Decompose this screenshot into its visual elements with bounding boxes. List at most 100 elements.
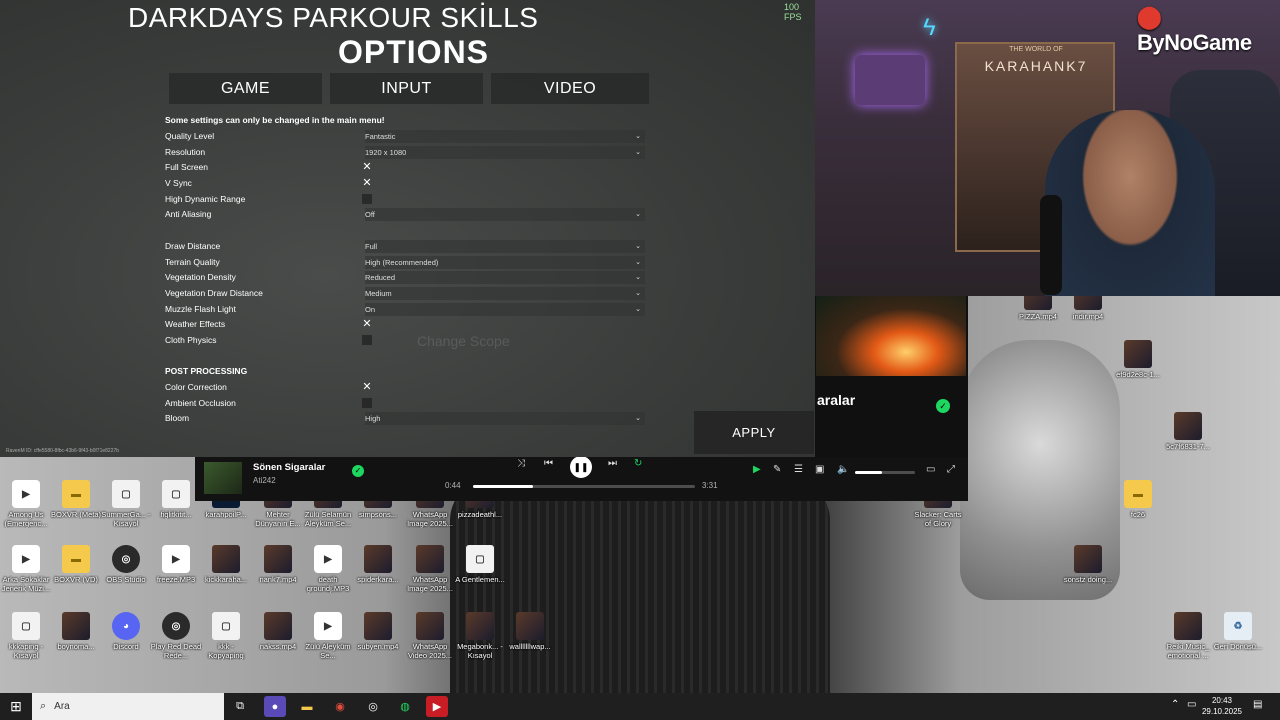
desktop-icon-label: simpsons... [359,510,397,519]
desktop-icon[interactable]: ef9d2e8c-1... [1112,340,1164,379]
desktop-icon[interactable]: ▬ BOXVR (VD) [50,545,102,584]
desktop-icon[interactable]: ▬ BOXVR (Meta) [50,480,102,519]
liked-check-icon[interactable]: ✓ [936,399,950,413]
neon-sign [855,55,925,105]
desktop-icon[interactable]: spiderkara... [352,545,404,584]
setting-dropdown[interactable]: Full ⌄ [365,239,645,253]
desktop-icon[interactable]: ▶ freeze.MP3 [150,545,202,584]
connect-device-icon[interactable]: ▣ [815,464,824,475]
volume-icon[interactable]: 🔈 [837,464,849,475]
desktop-icon[interactable]: subyen.mp4 [352,612,404,651]
setting-checkbox[interactable]: ✕ [362,319,372,330]
now-playing-view-icon[interactable]: ▶ [753,464,761,475]
desktop-icon-label: pizzadeathl... [457,510,503,519]
spotify-icon[interactable]: ◍ [394,696,416,717]
setting-dropdown[interactable]: 1920 x 1080 ⌄ [365,145,645,159]
taskbar-search[interactable]: ⌕ Ara [32,693,224,720]
desktop-icon[interactable]: WhatsApp Video 2025... [404,612,456,660]
desktop-icon[interactable]: ▢ kkk - Kopyaping [200,612,252,660]
setting-checkbox[interactable]: ✕ [362,178,372,189]
setting-dropdown[interactable]: High (Recommended) ⌄ [365,255,645,269]
desktop-icon[interactable]: ▢ A Gentlemen... [454,545,506,584]
desktop-icon[interactable]: ▶ Among Us (Emergenc... [0,480,52,528]
desktop-icon[interactable]: ▶ Arka Sokaklar Jenerik Müzi... [0,545,52,593]
previous-icon[interactable]: ⏮ [544,458,553,469]
saved-check-icon[interactable]: ✓ [352,465,364,477]
desktop-icon[interactable]: ▬ fc26 [1112,480,1164,519]
volume-slider[interactable] [855,471,915,474]
taskbar-app-icon[interactable]: ● [264,696,286,717]
desktop-icon[interactable]: WhatsApp Image 2025... [404,545,456,593]
setting-checkbox[interactable]: ✕ [362,162,372,173]
chevron-down-icon: ⌄ [635,133,641,140]
setting-dropdown[interactable]: Off ⌄ [365,207,645,221]
desktop-icon[interactable]: ▶ death groundj.MP3 [302,545,354,593]
setting-label: Weather Effects [165,319,226,329]
queue-icon[interactable]: ☰ [794,464,803,475]
apply-button[interactable]: APPLY [694,411,814,454]
notifications-icon[interactable]: ▤ [1253,699,1262,710]
microphone [1040,195,1062,295]
tab-input[interactable]: INPUT [330,73,483,104]
file-icon: ▢ [212,612,240,640]
desktop-icon[interactable]: ▶ Zülü Aleyküm Se... [302,612,354,660]
setting-dropdown[interactable]: Reduced ⌄ [365,270,645,284]
chevron-down-icon: ⌄ [635,415,641,422]
folder-icon: ▬ [1124,480,1152,508]
desktop-icon[interactable]: sonstz doing... [1062,545,1114,584]
pause-button[interactable]: ❚❚ [570,456,592,478]
obs-icon[interactable]: ◎ [362,696,384,717]
desktop-icon-label: ef9d2e8c-1... [1116,370,1160,379]
desktop-icon[interactable]: ◕ Discord [100,612,152,651]
track-thumbnail[interactable] [204,462,242,494]
desktop-icon[interactable]: ▢ kkkaping - Kısayol [0,612,52,660]
desktop-icon-label: WhatsApp Image 2025... [407,575,453,593]
desktop-icon[interactable]: ◎ Play Red Dead Rede... [150,612,202,660]
desktop-icon[interactable]: Reiki Music_ emotional ... [1162,612,1214,660]
img-icon [416,612,444,640]
track-title[interactable]: Sönen Sigaralar [253,462,325,473]
desktop-icon[interactable]: walllllllwap... [504,612,556,651]
desktop-icon[interactable]: nank7.mp4 [252,545,304,584]
progress-bar[interactable] [473,485,695,488]
desktop-icon[interactable]: nakss.mp4 [252,612,304,651]
file-explorer-icon[interactable]: ▬ [296,696,318,717]
lyrics-icon[interactable]: ✎ [773,464,781,475]
fullscreen-icon[interactable]: ⤢ [947,464,955,475]
desktop-icon[interactable]: kickkaraha... [200,545,252,584]
desktop-icon[interactable]: 5c7f6831-7... [1162,412,1214,451]
tray-chevron-icon[interactable]: ⌃ [1171,699,1179,710]
chrome-icon[interactable]: ◉ [329,696,351,717]
desktop-icon[interactable]: Megabonk... - Kısayol [454,612,506,660]
network-icon[interactable]: ▭ [1187,699,1196,710]
media-player-icon[interactable]: ▶ [426,696,448,717]
desktop-icon[interactable]: ♻ Geri Dönüşü... [1212,612,1264,651]
setting-checkbox[interactable] [362,335,372,345]
img-icon [264,545,292,573]
setting-dropdown[interactable]: On ⌄ [365,302,645,316]
task-view-icon[interactable]: ⧉ [229,696,251,717]
setting-checkbox[interactable] [362,194,372,204]
setting-label: Muzzle Flash Light [165,304,236,314]
setting-checkbox[interactable]: ✕ [362,382,372,393]
setting-dropdown[interactable]: High ⌄ [365,411,645,425]
change-scope-ghost: Change Scope [417,333,510,349]
tab-video[interactable]: VIDEO [491,73,649,104]
desktop-icon[interactable]: ▢ SummerGa... - Kısayol [100,480,152,528]
clock-date: 29.10.2025 [1201,707,1243,716]
desktop-icon[interactable]: boynoma... [50,612,102,651]
desktop-icon[interactable]: ◎ OBS Studio [100,545,152,584]
start-button[interactable]: ⊞ [0,693,32,720]
options-title: OPTIONS [338,34,490,70]
setting-dropdown[interactable]: Fantastic ⌄ [365,129,645,143]
next-icon[interactable]: ⏭ [608,458,617,469]
setting-checkbox[interactable] [362,398,372,408]
tab-game[interactable]: GAME [169,73,322,104]
miniplayer-icon[interactable]: ▭ [926,464,935,475]
taskbar-clock[interactable]: 20:43 29.10.2025 [1198,695,1246,717]
shuffle-icon[interactable]: ⤨ [517,458,525,469]
track-artist[interactable]: Ati242 [253,476,276,485]
img-icon [62,612,90,640]
repeat-icon[interactable]: ↻ [634,458,642,469]
setting-dropdown[interactable]: Medium ⌄ [365,286,645,300]
